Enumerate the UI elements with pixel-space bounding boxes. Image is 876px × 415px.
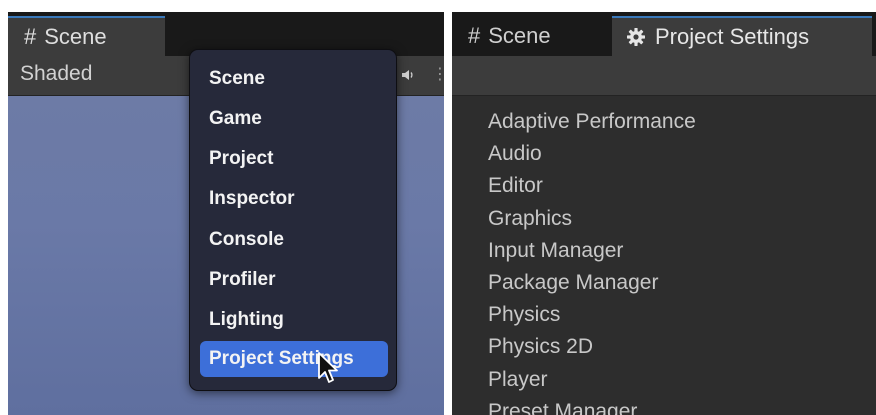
hash-icon: # xyxy=(468,23,481,48)
menu-item-label: Inspector xyxy=(209,188,295,209)
settings-category-item[interactable]: Player xyxy=(488,364,696,396)
menu-item-inspector[interactable]: Inspector xyxy=(200,181,388,217)
settings-toolbar xyxy=(452,56,876,96)
tab-project-settings[interactable]: Project Settings xyxy=(612,16,872,56)
settings-category-item[interactable]: Audio xyxy=(488,138,696,170)
menu-item-console[interactable]: Console xyxy=(200,222,388,258)
tab-label: Scene xyxy=(488,23,551,48)
menu-item-label: Scene xyxy=(209,68,265,89)
more-options-icon[interactable]: ⋮ xyxy=(432,64,444,84)
settings-category-item[interactable]: Package Manager xyxy=(488,267,696,299)
tab-label: Scene xyxy=(44,24,107,49)
menu-item-label: Lighting xyxy=(209,309,284,330)
shading-mode-dropdown[interactable]: Shaded xyxy=(20,62,92,86)
settings-category-item[interactable]: Graphics xyxy=(488,203,696,235)
project-settings-window: # Scene Project Settings Adaptive Perfor… xyxy=(452,12,876,415)
gear-icon xyxy=(627,28,645,46)
menu-item-label: Game xyxy=(209,108,262,129)
menu-item-project-settings[interactable]: Project Settings xyxy=(200,341,388,377)
menu-item-scene[interactable]: Scene xyxy=(200,61,388,97)
settings-category-list: Adaptive Performance Audio Editor Graphi… xyxy=(488,106,696,415)
settings-category-item[interactable]: Input Manager xyxy=(488,235,696,267)
settings-category-item[interactable]: Adaptive Performance xyxy=(488,106,696,138)
tab-scene[interactable]: # Scene xyxy=(8,16,165,56)
menu-item-lighting[interactable]: Lighting xyxy=(200,302,388,338)
settings-category-item[interactable]: Editor xyxy=(488,170,696,202)
scene-window: # Scene Shaded ⋮ Scene Game Project Insp… xyxy=(8,12,444,415)
hash-icon: # xyxy=(24,24,37,49)
menu-item-project[interactable]: Project xyxy=(200,141,388,177)
mouse-cursor-icon xyxy=(318,352,338,383)
window-context-menu: Scene Game Project Inspector Console Pro… xyxy=(189,49,397,391)
menu-item-label: Project xyxy=(209,148,274,169)
tab-strip: # Scene Project Settings xyxy=(452,12,876,56)
menu-item-profiler[interactable]: Profiler xyxy=(200,262,388,298)
audio-icon[interactable] xyxy=(401,68,415,82)
settings-category-item[interactable]: Preset Manager xyxy=(488,396,696,415)
menu-item-label: Console xyxy=(209,229,284,250)
tab-scene[interactable]: # Scene xyxy=(452,16,604,56)
settings-category-item[interactable]: Physics xyxy=(488,299,696,331)
menu-item-label: Profiler xyxy=(209,269,276,290)
settings-category-item[interactable]: Physics 2D xyxy=(488,331,696,363)
tab-label: Project Settings xyxy=(655,24,810,49)
menu-item-game[interactable]: Game xyxy=(200,101,388,137)
